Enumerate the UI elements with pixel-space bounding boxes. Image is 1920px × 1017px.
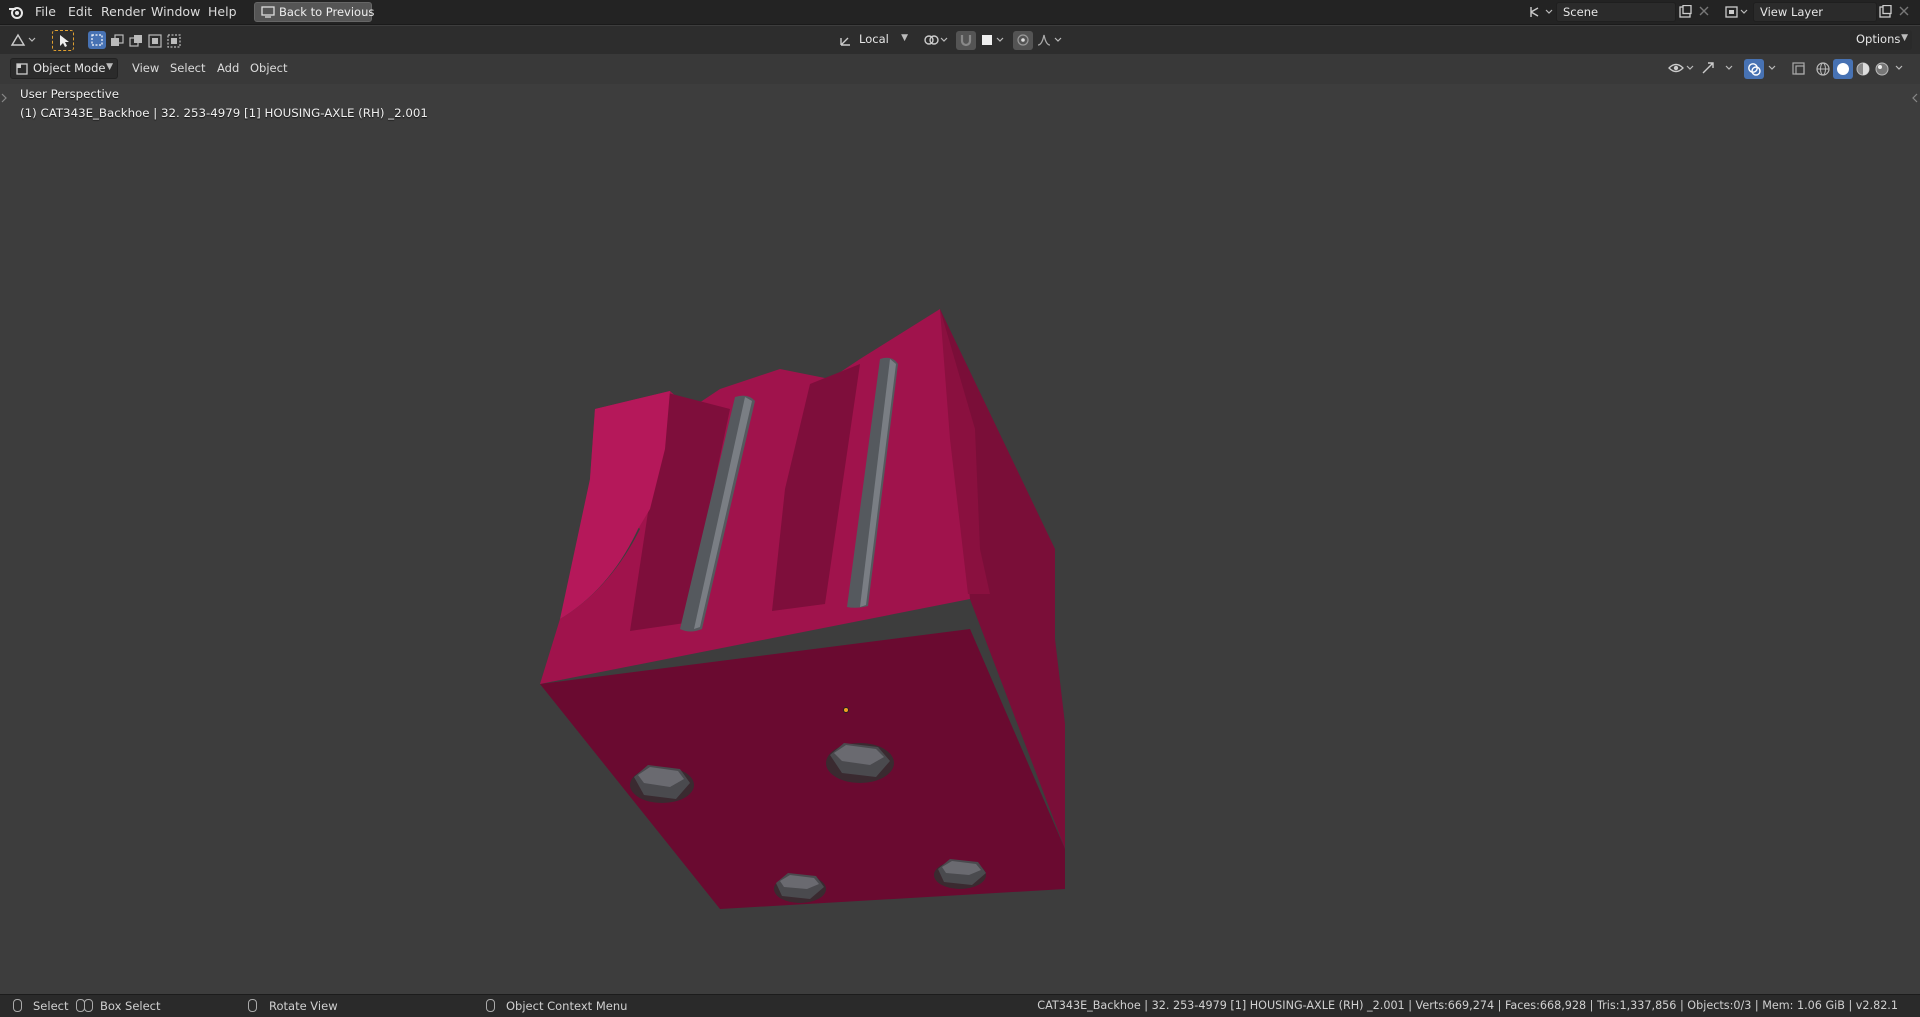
snap-toggle[interactable] xyxy=(956,31,976,50)
left-panel-toggle-icon[interactable] xyxy=(1,92,7,107)
status-bar: Select Box Select Rotate View Object Con… xyxy=(0,994,1920,1017)
object-origin-icon xyxy=(843,707,849,713)
scene-value: Scene xyxy=(1563,5,1599,19)
select-subtract-icon[interactable] xyxy=(129,34,143,52)
housing-axle-model[interactable] xyxy=(520,309,1080,909)
object-mode-dropdown[interactable]: Object Mode ▼ xyxy=(10,58,118,79)
blender-logo-icon[interactable] xyxy=(8,4,25,25)
scene-icon[interactable] xyxy=(1528,4,1554,24)
bolt-head xyxy=(826,743,894,783)
header-menu-object[interactable]: Object xyxy=(250,61,287,75)
new-view-layer-icon[interactable] xyxy=(1878,4,1892,23)
close-view-layer-icon[interactable] xyxy=(1898,5,1910,21)
object-mode-value: Object Mode xyxy=(33,61,106,75)
new-scene-icon[interactable] xyxy=(1678,4,1692,23)
falloff-icon[interactable] xyxy=(1036,32,1064,52)
select-mode-new-button[interactable] xyxy=(88,31,106,49)
header-menu-add[interactable]: Add xyxy=(217,61,239,75)
material-shading-icon[interactable] xyxy=(1855,61,1871,81)
back-to-previous-label: Back to Previous xyxy=(279,5,375,19)
close-scene-icon[interactable] xyxy=(1698,5,1710,21)
snap-target-icon[interactable] xyxy=(980,32,1006,52)
rendered-shading-icon[interactable] xyxy=(1874,61,1890,81)
header-menu-view[interactable]: View xyxy=(132,61,159,75)
select-intersect-icon[interactable] xyxy=(167,34,181,52)
right-panel-toggle-icon[interactable] xyxy=(1912,92,1918,107)
pivot-point-icon[interactable] xyxy=(922,32,950,52)
view-layer-value: View Layer xyxy=(1760,5,1824,19)
menu-render[interactable]: Render xyxy=(101,4,146,19)
transform-orientation-dropdown[interactable]: Local ▼ xyxy=(856,30,912,50)
scene-statistics: CAT343E_Backhoe | 32. 253-4979 [1] HOUSI… xyxy=(1037,999,1898,1012)
mouse-left-icon xyxy=(13,999,22,1012)
view-perspective-label: User Perspective xyxy=(20,87,119,101)
select-new-icon xyxy=(91,34,103,50)
menu-file[interactable]: File xyxy=(35,4,56,19)
status-select-label: Select xyxy=(33,999,69,1013)
screen-icon xyxy=(261,6,275,22)
overlays-icon xyxy=(1747,62,1761,80)
select-invert-icon[interactable] xyxy=(148,34,162,52)
back-to-previous-button[interactable]: Back to Previous xyxy=(254,2,375,22)
status-box-select-label: Box Select xyxy=(100,999,161,1013)
options-dropdown[interactable]: Options ▼ xyxy=(1850,30,1912,50)
chevron-down-icon: ▼ xyxy=(1901,33,1908,43)
menu-help[interactable]: Help xyxy=(208,4,237,19)
overlays-chevron-icon[interactable] xyxy=(1767,62,1777,77)
status-rotate-label: Rotate View xyxy=(269,999,338,1013)
viewport-header: Object Mode ▼ View Select Add Object xyxy=(0,54,1920,84)
tool-header: Local ▼ Options ▼ xyxy=(0,26,1920,54)
view-layer-field[interactable]: View Layer xyxy=(1753,2,1877,22)
menu-window[interactable]: Window xyxy=(151,4,200,19)
magnet-icon xyxy=(959,33,973,51)
cursor-icon xyxy=(58,34,70,52)
chevron-down-icon: ▼ xyxy=(106,62,113,72)
gizmo-icon[interactable] xyxy=(1700,60,1736,80)
mouse-right-icon xyxy=(486,999,495,1012)
view-layer-icon[interactable] xyxy=(1724,4,1750,24)
scene-field[interactable]: Scene xyxy=(1556,2,1676,22)
3d-viewport[interactable]: User Perspective (1) CAT343E_Backhoe | 3… xyxy=(0,84,1920,994)
mouse-middle-icon xyxy=(248,999,257,1012)
header-menu-select[interactable]: Select xyxy=(170,61,205,75)
select-tool-button[interactable] xyxy=(52,30,74,51)
mouse-left-icon xyxy=(84,999,93,1012)
overlays-toggle[interactable] xyxy=(1744,59,1764,79)
model-front-face xyxy=(540,629,1065,909)
editor-type-icon[interactable] xyxy=(10,32,38,52)
proportional-edit-icon xyxy=(1016,33,1030,51)
select-extend-icon[interactable] xyxy=(110,34,124,52)
options-label: Options xyxy=(1856,32,1901,46)
orientation-value: Local xyxy=(859,32,889,46)
active-object-info: (1) CAT343E_Backhoe | 32. 253-4979 [1] H… xyxy=(20,106,428,120)
top-bar: File Edit Render Window Help Back to Pre… xyxy=(0,0,1920,25)
visibility-icon[interactable] xyxy=(1668,60,1696,80)
proportional-edit-toggle[interactable] xyxy=(1013,31,1033,50)
solid-shading-button[interactable] xyxy=(1833,59,1853,79)
chevron-down-icon: ▼ xyxy=(901,33,908,43)
xray-icon[interactable] xyxy=(1791,61,1807,81)
object-mode-icon xyxy=(15,62,29,80)
shading-chevron-icon[interactable] xyxy=(1894,62,1904,77)
wireframe-shading-icon[interactable] xyxy=(1815,61,1831,81)
solid-shading-icon xyxy=(1836,62,1850,80)
orientation-icon xyxy=(838,32,854,52)
status-context-menu-label: Object Context Menu xyxy=(506,999,628,1013)
menu-edit[interactable]: Edit xyxy=(68,4,92,19)
